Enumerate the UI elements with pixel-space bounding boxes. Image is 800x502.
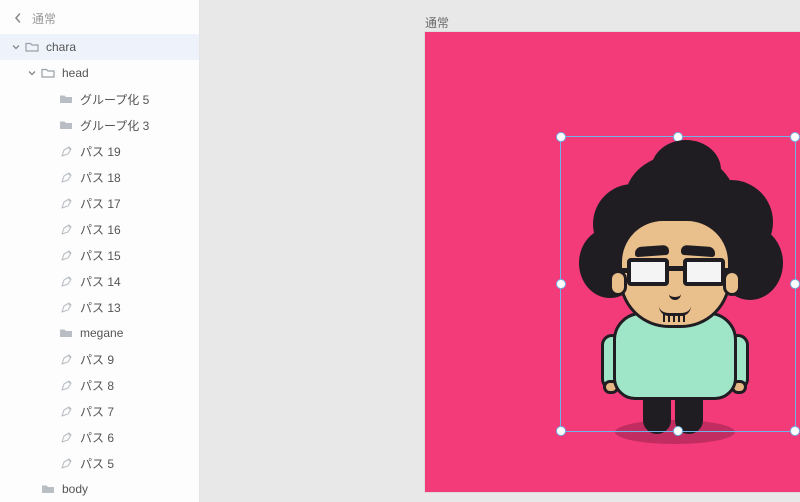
layer-label: パス 8 (80, 377, 114, 394)
layer-row-パス-8[interactable]: パス 8 (0, 372, 199, 398)
layer-label: グループ化 5 (80, 91, 149, 108)
pen-icon (58, 299, 74, 315)
expand-caret-icon[interactable] (10, 43, 22, 51)
layer-label: パス 16 (80, 221, 121, 238)
layer-label: body (62, 482, 88, 496)
folder-icon (58, 117, 74, 133)
layer-label: head (62, 66, 89, 80)
layer-row-パス-16[interactable]: パス 16 (0, 216, 199, 242)
layer-row-パス-17[interactable]: パス 17 (0, 190, 199, 216)
pen-icon (58, 429, 74, 445)
layer-row-megane[interactable]: megane (0, 320, 199, 346)
pen-icon (58, 221, 74, 237)
layer-label: パス 9 (80, 351, 114, 368)
layer-row-パス-13[interactable]: パス 13 (0, 294, 199, 320)
pen-icon (58, 273, 74, 289)
layer-tree: chara head グループ化 5 グループ化 3 パス 19 パス 18 パス 17 パス… (0, 32, 199, 502)
folder-icon (58, 325, 74, 341)
pen-icon (58, 143, 74, 159)
folder-icon (40, 481, 56, 497)
pen-icon (58, 377, 74, 393)
breadcrumb: 通常 (32, 10, 56, 27)
layer-row-パス-15[interactable]: パス 15 (0, 242, 199, 268)
layers-panel: 通常 chara head グループ化 5 グループ化 3 パス 19 パス 18 パス 1… (0, 0, 200, 502)
panel-header: 通常 (0, 4, 199, 32)
layer-row-body[interactable]: body (0, 476, 199, 502)
ear-left (609, 270, 627, 296)
layer-row-chara[interactable]: chara (0, 34, 199, 60)
layer-label: パス 19 (80, 143, 121, 160)
layer-row-パス-9[interactable]: パス 9 (0, 346, 199, 372)
ear-right (723, 270, 741, 296)
folder-icon (24, 39, 40, 55)
pen-icon (58, 195, 74, 211)
stubble (663, 314, 687, 322)
canvas[interactable]: 通常 (200, 0, 800, 502)
layer-label: パス 17 (80, 195, 121, 212)
pen-icon (58, 351, 74, 367)
artboard[interactable] (425, 32, 800, 492)
layer-label: パス 18 (80, 169, 121, 186)
layer-row-パス-19[interactable]: パス 19 (0, 138, 199, 164)
character-group[interactable] (543, 122, 800, 452)
layer-row-パス-5[interactable]: パス 5 (0, 450, 199, 476)
folder-icon (58, 91, 74, 107)
layer-label: パス 15 (80, 247, 121, 264)
pen-icon (58, 247, 74, 263)
layer-label: megane (80, 326, 123, 340)
layer-row-パス-7[interactable]: パス 7 (0, 398, 199, 424)
expand-caret-icon[interactable] (26, 69, 38, 77)
layer-label: パス 6 (80, 429, 114, 446)
layer-label: パス 13 (80, 299, 121, 316)
pen-icon (58, 403, 74, 419)
layer-row-パス-18[interactable]: パス 18 (0, 164, 199, 190)
layer-label: chara (46, 40, 76, 54)
layer-row-パス-6[interactable]: パス 6 (0, 424, 199, 450)
layer-label: パス 7 (80, 403, 114, 420)
pen-icon (58, 455, 74, 471)
artboard-title[interactable]: 通常 (425, 14, 449, 31)
layer-row-head[interactable]: head (0, 60, 199, 86)
layer-row-パス-14[interactable]: パス 14 (0, 268, 199, 294)
layer-label: グループ化 3 (80, 117, 149, 134)
layer-row-グループ化-3[interactable]: グループ化 3 (0, 112, 199, 138)
folder-icon (40, 65, 56, 81)
pen-icon (58, 169, 74, 185)
layer-label: パス 5 (80, 455, 114, 472)
layer-row-グループ化-5[interactable]: グループ化 5 (0, 86, 199, 112)
glasses (627, 258, 725, 288)
layer-label: パス 14 (80, 273, 121, 290)
back-icon[interactable] (10, 10, 26, 26)
